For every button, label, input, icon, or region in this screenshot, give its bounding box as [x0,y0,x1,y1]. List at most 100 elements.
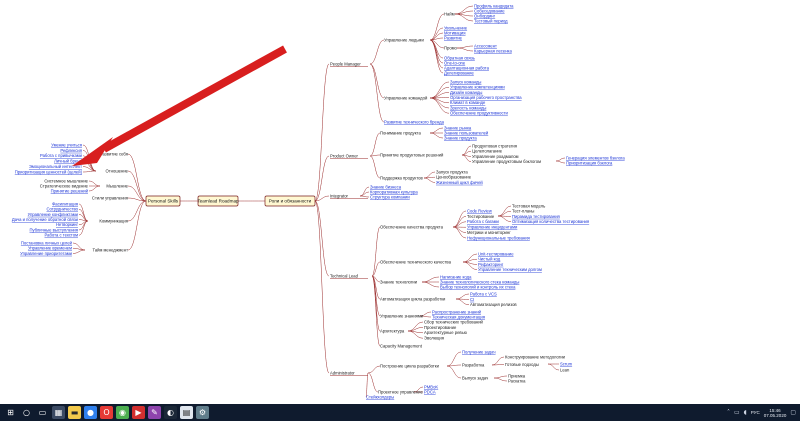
topic-link[interactable]: Знание продукта [444,135,477,140]
topic-link[interactable]: Работа с привычками [40,153,83,158]
roles-node-label[interactable]: Роли и обязанности [269,199,312,204]
explorer-icon[interactable]: ▬ [68,406,81,419]
branch-line [88,185,101,192]
topic-link[interactable]: Тестовый период [474,18,508,23]
branch-line [429,81,450,99]
topic-link[interactable]: Карьерная лесенка [474,48,512,53]
windows-logo-icon[interactable]: ⊞ [4,406,17,419]
branch-line [314,63,330,202]
topic-label: Тестирование [467,214,495,219]
topic-link[interactable]: Развитие [444,35,463,40]
video-icon[interactable]: ▶ [132,406,145,419]
branch-line [127,185,147,202]
topic-link[interactable]: CI [470,297,474,302]
personal-skills-node-label[interactable]: Personal Skills [148,199,179,204]
topic-label: Найм [444,11,455,16]
topic-link[interactable]: Принятие решений [51,188,89,193]
topic-link[interactable]: Работа с багами [467,219,500,224]
topic-link[interactable]: Развитие технического бренда [384,119,445,124]
branch-line [429,127,444,134]
topic-label: Выпуск задач [462,375,488,380]
messenger-icon[interactable]: ● [84,406,97,419]
branch-line [78,203,89,222]
task-view-icon[interactable]: ▭ [36,406,49,419]
topic-link[interactable]: Оптимизация количества тестирования [512,219,589,224]
branch-line [497,215,512,222]
branch-line [455,298,470,306]
topic-link[interactable]: Рефлексия [60,148,82,153]
language-indicator[interactable]: РУС [751,410,760,415]
branch-line [497,205,512,217]
tray-chevron-icon[interactable]: ˄ [727,409,730,416]
branch-line [88,180,101,187]
topic-link[interactable]: Жизненный цикл фичей [436,180,483,185]
topic-label: Эволюция [424,336,444,341]
topic-label: Проектирование [424,325,457,330]
branch-line [369,155,381,179]
topic-label: Раскатка [508,378,526,383]
topic-label: Построение цикла разработки [380,363,440,368]
branch-line [456,45,474,49]
topic-link[interactable]: Умение учиться [51,142,82,147]
branch-line [359,186,370,197]
system-tray: ˄ ▭ ◖ РУС 15:46 07.05.2020 ▢ [727,408,796,418]
root-node-label[interactable]: Teamlead Roadmap [197,199,239,204]
branch-line [446,351,462,367]
branch-line [555,157,566,162]
tool-icon[interactable]: ⚙ [196,406,209,419]
steam-icon[interactable]: ◐ [164,406,177,419]
branch-line [461,154,472,162]
branch-line [547,363,560,371]
topic-label: Сбор технических требований [424,319,484,324]
topic-label: Коммуникация [99,218,128,223]
topic-label: Обеспечение качества продукта [380,224,444,229]
topic-label: Готовые подходы [505,362,539,367]
topic-link[interactable]: Делегирование [444,70,474,75]
chrome-icon[interactable]: ◉ [116,406,129,419]
branch-line [369,132,381,157]
branch-line [78,208,89,222]
branch-line [407,321,424,332]
topic-link[interactable]: Структура компании [370,194,410,199]
windows-taskbar: ⊞ ○ ▭ ▦ ▬ ● O ◉ ▶ ✎ ◐ ▤ ⚙ ˄ ▭ ◖ РУС 15:46 07.05.2020… [0,404,800,421]
paint-icon[interactable]: ✎ [148,406,161,419]
notifications-icon[interactable]: ▢ [790,409,796,416]
branch-line [72,247,86,251]
mindmap-canvas[interactable]: People Manager Product Owner Integrator Tec… [0,0,800,404]
topic-link[interactable]: Работа с текстом [45,233,79,238]
topic-label: Промо [444,45,458,50]
topic-link[interactable]: Стейкхолдеры [366,394,394,399]
topic-label: Автоматизация цикла разработки [380,296,446,301]
branch-line [314,200,330,374]
branch-line [452,216,467,228]
topic-link[interactable]: Нефункциональные требования [467,235,530,240]
topic-link[interactable]: Управление инцидентами [467,225,518,230]
topic-link[interactable]: PDCA [424,389,436,394]
branch-line [367,365,381,374]
search-icon[interactable]: ○ [20,406,33,419]
topic-link[interactable]: Приоритизация бэклога [566,160,613,165]
branch-line [367,372,379,393]
topic-label: Отношение [106,168,129,173]
topic-link[interactable]: Code Review [467,208,493,213]
opera-icon[interactable]: O [100,406,113,419]
notepad-icon[interactable]: ▤ [180,406,193,419]
branch-line [127,170,147,202]
topic-link[interactable]: Приоритизация ценностей (целей) [15,169,83,174]
topic-link[interactable]: Scrum [560,361,573,366]
network-icon[interactable]: ▭ [734,409,740,416]
role-label: Product Owner [330,153,359,158]
volume-icon[interactable]: ◖ [744,409,747,416]
clock[interactable]: 15:46 07.05.2020 [764,408,787,418]
topic-label: Lean [560,367,570,372]
topic-label: Управление людьми [384,37,424,42]
calculator-icon[interactable]: ▦ [52,406,65,419]
topic-link[interactable]: Обеспечение продуктивности [450,111,509,116]
topic-link[interactable]: Выбор технологий и контроль их стека [440,284,516,289]
branch-line [371,275,381,332]
topic-link[interactable]: Управление приоритетами [20,251,73,256]
topic-link[interactable]: Получение задач [462,349,496,354]
topic-link[interactable]: Работа с VCS [470,291,497,296]
branch-line [423,177,436,183]
topic-link[interactable]: Управление техническим долгом [478,267,542,272]
